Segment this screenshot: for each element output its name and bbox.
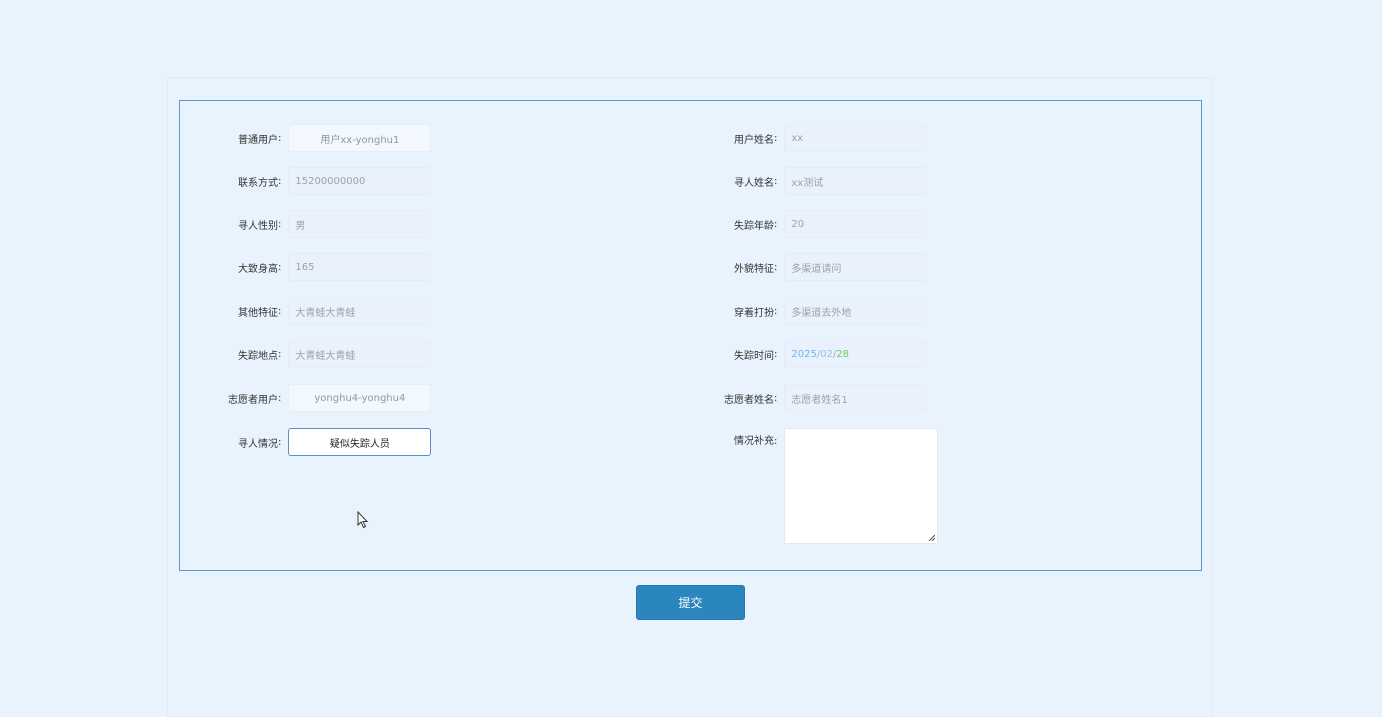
supplement-label: 情况补充: [734, 436, 774, 447]
colon: :: [774, 261, 778, 273]
colon: :: [774, 132, 778, 144]
colon: :: [774, 436, 778, 447]
form-row-volunteer-user: 志愿者用户: yonghu4-yonghu4: [179, 384, 432, 412]
user-name-input[interactable]: xx: [784, 124, 928, 152]
clothing-input[interactable]: 多渠道去外地: [784, 297, 928, 325]
form-row-other-features: 其他特征: 大青蛙大青蛙: [179, 297, 432, 325]
missing-location-input[interactable]: 大青蛙大青蛙: [288, 340, 432, 368]
colon: :: [774, 392, 778, 404]
ordinary-user-label: 普通用户: [238, 134, 278, 146]
gender-input[interactable]: 男: [288, 210, 432, 238]
colon: :: [278, 175, 282, 187]
contact-label: 联系方式: [238, 177, 278, 189]
supplement-textarea[interactable]: [784, 428, 939, 544]
search-status-label: 寻人情况: [238, 438, 278, 450]
search-status-select[interactable]: 疑似失踪人员: [288, 428, 432, 456]
date-year: 2025: [791, 348, 817, 360]
missing-age-input[interactable]: 20: [784, 210, 928, 238]
form-row-supplement: 情况补充:: [654, 428, 939, 544]
colon: :: [278, 305, 282, 317]
height-label: 大致身高: [238, 263, 278, 275]
missing-age-label: 失踪年龄: [734, 220, 774, 232]
colon: :: [774, 305, 778, 317]
form-row-user-name: 用户姓名: xx: [654, 124, 928, 152]
form-row-missing-time: 失踪时间: 2025/02/28: [654, 340, 928, 368]
date-month: 02: [820, 348, 833, 360]
gender-label: 寻人性别: [238, 220, 278, 232]
form-row-volunteer-name: 志愿者姓名: 志愿者姓名1: [654, 384, 928, 412]
resize-grip-icon[interactable]: [928, 534, 936, 541]
height-input[interactable]: 165: [288, 253, 432, 281]
form-row-clothing: 穿着打扮: 多渠道去外地: [654, 297, 928, 325]
volunteer-user-select[interactable]: yonghu4-yonghu4: [288, 384, 432, 412]
missing-time-date-input[interactable]: 2025/02/28: [784, 340, 928, 368]
colon: :: [278, 132, 282, 144]
person-name-input[interactable]: xx测试: [784, 167, 928, 195]
colon: :: [278, 348, 282, 360]
appearance-input[interactable]: 多渠道请问: [784, 253, 928, 281]
missing-location-label: 失踪地点: [238, 350, 278, 362]
colon: :: [774, 175, 778, 187]
colon: :: [278, 392, 282, 404]
form-row-contact: 联系方式: 15200000000: [179, 167, 432, 195]
form-row-person-name: 寻人姓名: xx测试: [654, 167, 928, 195]
form-row-search-status: 寻人情况: 疑似失踪人员: [179, 428, 432, 456]
colon: :: [774, 218, 778, 230]
form-row-height: 大致身高: 165: [179, 253, 432, 281]
form-row-gender: 寻人性别: 男: [179, 210, 432, 238]
date-day: 28: [836, 348, 850, 360]
form-row-missing-location: 失踪地点: 大青蛙大青蛙: [179, 340, 432, 368]
colon: :: [278, 261, 282, 273]
clothing-label: 穿着打扮: [734, 307, 774, 319]
ordinary-user-select[interactable]: 用户xx-yonghu1: [288, 124, 432, 152]
form-row-missing-age: 失踪年龄: 20: [654, 210, 928, 238]
form-row-appearance: 外貌特征: 多渠道请问: [654, 253, 928, 281]
person-name-label: 寻人姓名: [734, 177, 774, 189]
submit-button[interactable]: 提交: [636, 585, 745, 620]
volunteer-name-label: 志愿者姓名: [724, 394, 774, 406]
contact-input[interactable]: 15200000000: [288, 167, 432, 195]
mouse-cursor-icon: [357, 511, 369, 529]
colon: :: [278, 218, 282, 230]
colon: :: [278, 436, 282, 448]
volunteer-name-input[interactable]: 志愿者姓名1: [784, 384, 928, 412]
user-name-label: 用户姓名: [734, 134, 774, 146]
colon: :: [774, 348, 778, 360]
form-row-ordinary-user: 普通用户: 用户xx-yonghu1: [179, 124, 432, 152]
other-features-input[interactable]: 大青蛙大青蛙: [288, 297, 432, 325]
other-features-label: 其他特征: [238, 307, 278, 319]
volunteer-user-label: 志愿者用户: [228, 394, 278, 406]
missing-time-label: 失踪时间: [734, 350, 774, 362]
appearance-label: 外貌特征: [734, 263, 774, 275]
